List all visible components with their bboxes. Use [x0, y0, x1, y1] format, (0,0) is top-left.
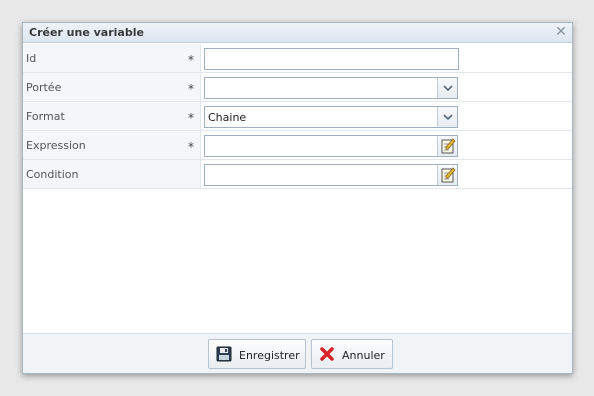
format-select[interactable]: Chaine — [204, 106, 458, 128]
close-icon[interactable]: ✕ — [554, 25, 568, 39]
dialog-title: Créer une variable — [29, 26, 144, 39]
required-marker: * — [188, 82, 194, 96]
label-cell: Id * — [23, 44, 201, 72]
floppy-disk-icon — [216, 346, 232, 362]
chevron-down-icon — [443, 85, 453, 92]
chevron-down-icon — [443, 114, 453, 121]
format-select-value: Chaine — [208, 111, 247, 124]
dialog-footer: Enregistrer Annuler — [23, 333, 572, 373]
condition-field[interactable] — [204, 164, 458, 186]
field-label-format: Format — [26, 110, 65, 123]
field-row-portee: Portée * — [23, 73, 572, 102]
required-marker: * — [188, 140, 194, 154]
dialog-titlebar[interactable]: Créer une variable ✕ — [23, 23, 572, 43]
required-marker: * — [188, 53, 194, 67]
notepad-edit-icon — [441, 167, 456, 183]
label-cell: Condition — [23, 160, 201, 188]
label-cell: Portée * — [23, 73, 201, 101]
condition-editor-button[interactable] — [437, 165, 457, 185]
save-button-label: Enregistrer — [239, 349, 300, 362]
field-row-expression: Expression * — [23, 131, 572, 160]
save-button[interactable]: Enregistrer — [208, 339, 306, 369]
expression-editor-button[interactable] — [437, 136, 457, 156]
required-marker: * — [188, 111, 194, 125]
create-variable-dialog: Créer une variable ✕ Id * Portée * Forma… — [22, 22, 573, 374]
label-cell: Format * — [23, 102, 201, 130]
portee-select[interactable] — [204, 77, 458, 99]
field-row-format: Format * Chaine — [23, 102, 572, 131]
field-row-condition: Condition — [23, 160, 572, 189]
red-x-icon — [320, 347, 334, 361]
field-label-id: Id — [26, 52, 37, 65]
label-cell: Expression * — [23, 131, 201, 159]
id-input[interactable] — [204, 48, 459, 70]
field-label-portee: Portée — [26, 81, 62, 94]
field-label-expression: Expression — [26, 139, 86, 152]
notepad-edit-icon — [441, 138, 456, 154]
variable-form: Id * Portée * Format * Chaine Expression… — [23, 44, 572, 189]
portee-dropdown-trigger[interactable] — [437, 78, 457, 98]
format-dropdown-trigger[interactable] — [437, 107, 457, 127]
cancel-button-label: Annuler — [342, 349, 385, 362]
field-row-id: Id * — [23, 44, 572, 73]
expression-field[interactable] — [204, 135, 458, 157]
field-label-condition: Condition — [26, 168, 79, 181]
cancel-button[interactable]: Annuler — [311, 339, 393, 369]
